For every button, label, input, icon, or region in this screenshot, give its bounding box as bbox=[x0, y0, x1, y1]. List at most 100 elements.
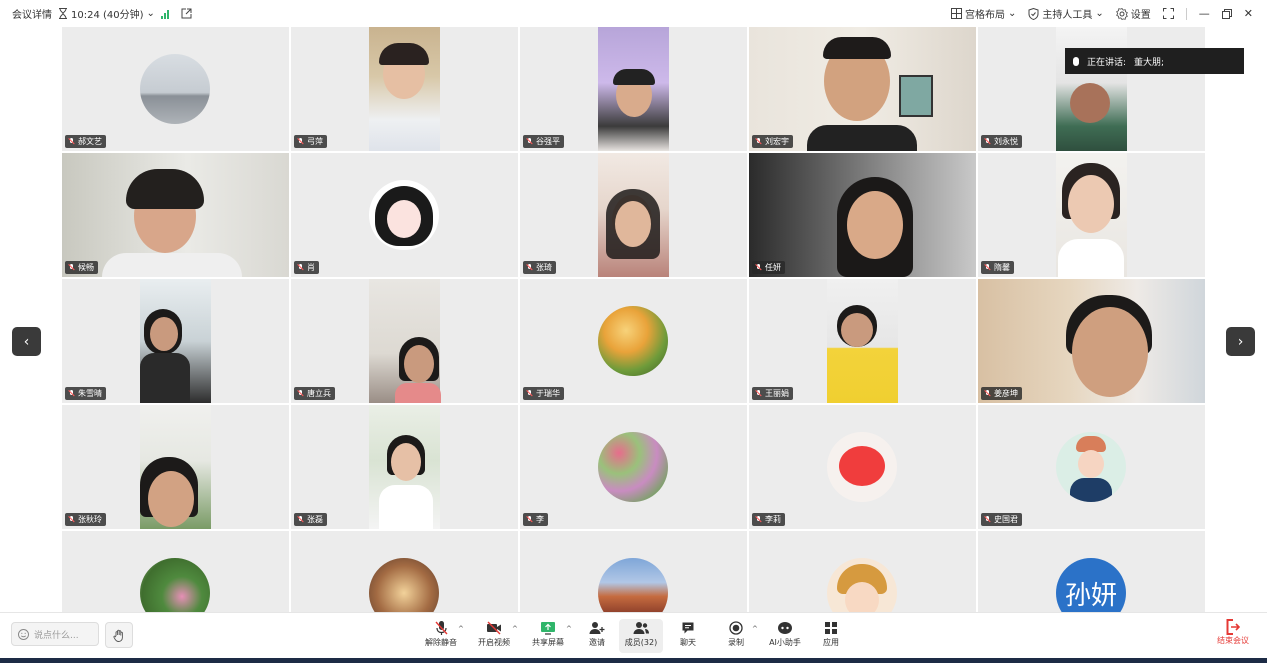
participant-video bbox=[369, 279, 441, 403]
participant-tile[interactable] bbox=[749, 531, 976, 612]
participant-name-tag: 候畅 bbox=[65, 261, 98, 274]
participant-video bbox=[827, 279, 898, 403]
participant-tile[interactable]: 任妍 bbox=[749, 153, 976, 277]
body-shape bbox=[140, 353, 190, 403]
participant-video bbox=[1056, 153, 1127, 277]
participant-tile[interactable] bbox=[520, 531, 747, 612]
face-shape bbox=[1070, 83, 1110, 123]
face-shape bbox=[148, 471, 194, 527]
host-tools-menu[interactable]: 主持人工具 ⌄ bbox=[1028, 6, 1104, 21]
mic-muted-icon bbox=[755, 515, 762, 524]
hourglass-icon bbox=[59, 8, 67, 19]
participant-tile[interactable]: 刘宏宇 bbox=[749, 27, 976, 151]
participant-name-tag: 于瑞华 bbox=[523, 387, 564, 400]
participant-video bbox=[369, 27, 440, 151]
chat-placeholder: 说点什么... bbox=[34, 630, 79, 641]
share-screen-button[interactable]: 共享屏幕 bbox=[526, 619, 570, 653]
participant-name: 隋馨 bbox=[994, 263, 1010, 272]
participant-tile[interactable]: 李莉 bbox=[749, 405, 976, 529]
mic-muted-icon bbox=[755, 263, 762, 272]
participant-tile[interactable]: 弓萍 bbox=[291, 27, 518, 151]
participant-name: 任妍 bbox=[765, 263, 781, 272]
chevron-up-icon[interactable]: ^ bbox=[458, 625, 464, 633]
ai-assistant-icon bbox=[778, 622, 792, 634]
participant-tile[interactable]: 朱雪晴 bbox=[62, 279, 289, 403]
participant-tile[interactable]: 姜彦坤 bbox=[978, 279, 1205, 403]
close-icon[interactable]: ✕ bbox=[1244, 7, 1253, 20]
video-stage: 郝文艺 弓萍 谷强平 刘宏宇 刘永悦 候畅 肖 张琦 任妍 隋馨 朱雪晴 唐立兵… bbox=[0, 27, 1267, 612]
participant-name-tag: 李 bbox=[523, 513, 548, 526]
previous-page-button[interactable]: ‹ bbox=[12, 327, 41, 356]
participant-tile[interactable]: 唐立兵 bbox=[291, 279, 518, 403]
chat-button[interactable]: 聊天 bbox=[666, 619, 710, 653]
ai-assistant-button[interactable]: AI小助手 bbox=[763, 619, 807, 653]
settings-button[interactable]: 设置 bbox=[1115, 6, 1151, 21]
body-shape bbox=[1058, 239, 1124, 277]
participant-name-tag: 朱雪晴 bbox=[65, 387, 106, 400]
participant-tile[interactable]: 王丽娟 bbox=[749, 279, 976, 403]
hair-shape bbox=[613, 69, 655, 85]
participant-avatar bbox=[369, 558, 439, 612]
start-video-label: 开启视频 bbox=[478, 638, 510, 647]
participant-tile[interactable]: 候畅 bbox=[62, 153, 289, 277]
start-video-button[interactable]: 开启视频 bbox=[472, 619, 516, 653]
meeting-duration[interactable]: 10:24 (40分钟) ⌄ bbox=[58, 6, 155, 21]
body-shape bbox=[807, 125, 917, 151]
restore-icon[interactable] bbox=[1221, 8, 1232, 19]
participant-tile[interactable]: 于瑞华 bbox=[520, 279, 747, 403]
end-meeting-label: 结束会议 bbox=[1217, 636, 1249, 645]
gear-icon bbox=[1115, 7, 1128, 20]
layout-label: 宫格布局 bbox=[965, 10, 1005, 21]
invite-button[interactable]: 邀请 bbox=[575, 619, 619, 653]
body-shape bbox=[102, 253, 242, 277]
participant-avatar bbox=[369, 180, 439, 250]
participant-tile[interactable]: 郝文艺 bbox=[62, 27, 289, 151]
chevron-up-icon[interactable]: ^ bbox=[512, 625, 518, 633]
members-button[interactable]: 成员(32) bbox=[619, 619, 663, 653]
signal-strength-icon[interactable] bbox=[160, 9, 169, 19]
unmute-label: 解除静音 bbox=[425, 638, 457, 647]
chevron-up-icon[interactable]: ^ bbox=[752, 625, 758, 633]
mic-muted-icon bbox=[526, 263, 533, 272]
participant-name-tag: 刘宏宇 bbox=[752, 135, 793, 148]
participant-name: 朱雪晴 bbox=[78, 389, 102, 398]
hair-shape bbox=[379, 43, 429, 65]
participant-tile[interactable] bbox=[62, 531, 289, 612]
participant-name: 姜彦坤 bbox=[994, 389, 1018, 398]
unmute-button[interactable]: 解除静音 bbox=[419, 619, 463, 653]
participant-tile[interactable]: 李 bbox=[520, 405, 747, 529]
participant-tile[interactable]: 谷强平 bbox=[520, 27, 747, 151]
chat-icon bbox=[682, 622, 694, 634]
minimize-icon[interactable]: — bbox=[1199, 7, 1210, 20]
participant-name: 刘永悦 bbox=[994, 137, 1018, 146]
participant-tile[interactable]: 张磊 bbox=[291, 405, 518, 529]
participant-tile[interactable]: 张琦 bbox=[520, 153, 747, 277]
mic-muted-icon bbox=[984, 137, 991, 146]
end-meeting-button[interactable]: 结束会议 bbox=[1210, 619, 1256, 653]
chevron-up-icon[interactable]: ^ bbox=[566, 625, 572, 633]
participant-tile[interactable]: 孙妍 bbox=[978, 531, 1205, 612]
next-page-button[interactable]: › bbox=[1226, 327, 1255, 356]
external-link-icon[interactable] bbox=[181, 8, 192, 19]
cartoon-body bbox=[1070, 478, 1112, 502]
participant-tile[interactable]: 史国君 bbox=[978, 405, 1205, 529]
participant-tile[interactable]: 刘永悦 bbox=[978, 27, 1205, 151]
layout-menu[interactable]: 宫格布局 ⌄ bbox=[951, 6, 1016, 21]
meeting-details-link[interactable]: 会议详情 bbox=[12, 6, 52, 21]
apps-button[interactable]: 应用 bbox=[809, 619, 853, 653]
participant-name: 张琦 bbox=[536, 263, 552, 272]
participant-tile[interactable]: 张秋玲 bbox=[62, 405, 289, 529]
settings-label: 设置 bbox=[1130, 10, 1151, 21]
participant-avatar bbox=[827, 558, 897, 612]
chevron-right-icon: › bbox=[1237, 333, 1244, 350]
apps-icon bbox=[825, 622, 837, 634]
participant-tile[interactable]: 肖 bbox=[291, 153, 518, 277]
participant-tile[interactable] bbox=[291, 531, 518, 612]
fullscreen-icon[interactable] bbox=[1162, 8, 1174, 19]
participant-video bbox=[140, 405, 211, 529]
participant-name-tag: 隋馨 bbox=[981, 261, 1014, 274]
raise-hand-button[interactable] bbox=[105, 622, 133, 648]
quick-chat-input[interactable]: 说点什么... bbox=[11, 622, 99, 646]
participant-video bbox=[978, 279, 1205, 403]
participant-tile[interactable]: 隋馨 bbox=[978, 153, 1205, 277]
